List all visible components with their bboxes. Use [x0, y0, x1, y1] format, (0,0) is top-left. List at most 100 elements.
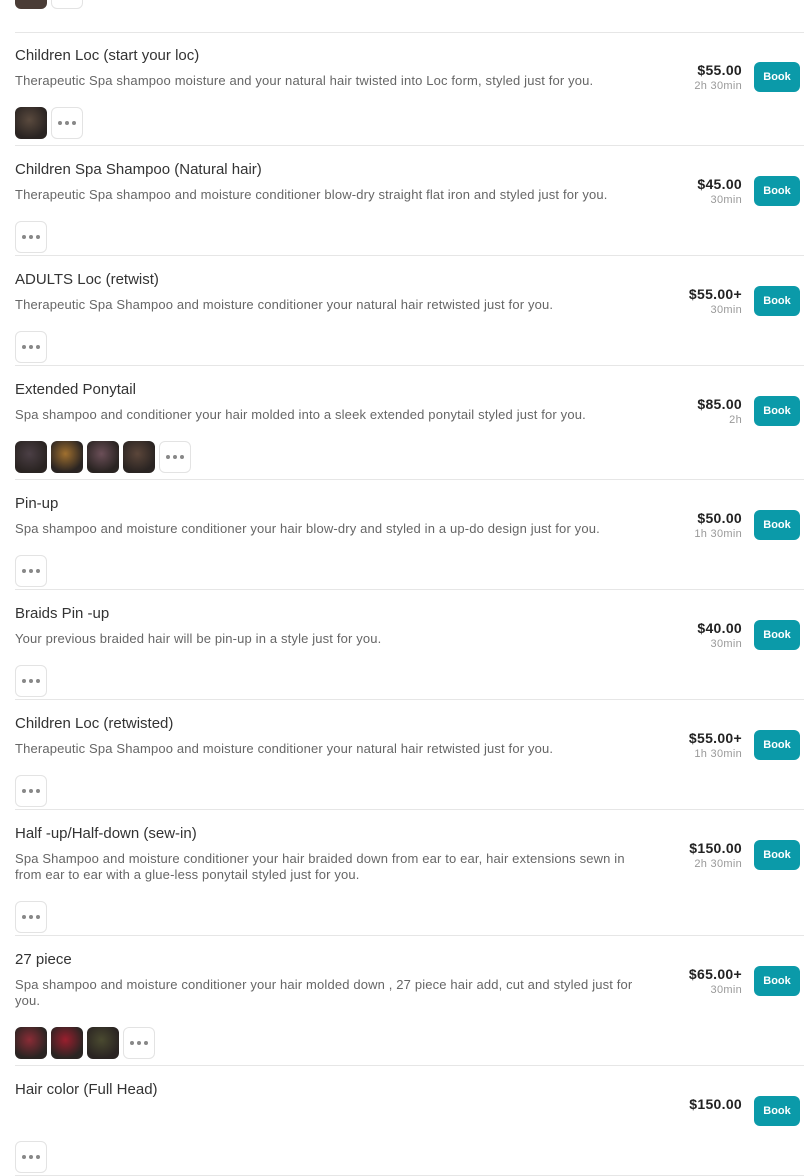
service-price-block: $55.00+ 30min — [689, 286, 742, 316]
service-name: Children Loc (retwisted) — [15, 715, 174, 732]
more-photos-button[interactable] — [51, 0, 83, 9]
service-name: Extended Ponytail — [15, 381, 136, 398]
ellipsis-icon-dot — [180, 455, 184, 459]
service-name: Pin-up — [15, 495, 59, 512]
ellipsis-icon-dot — [36, 235, 40, 239]
service-photo-thumbnail[interactable] — [15, 107, 47, 139]
book-button[interactable]: Book — [754, 966, 800, 996]
service-item: Children Loc (retwisted) Therapeutic Spa … — [15, 700, 804, 810]
ellipsis-icon-dot — [29, 1155, 33, 1159]
book-button[interactable]: Book — [754, 620, 800, 650]
service-duration: 30min — [710, 304, 742, 316]
ellipsis-icon-dot — [72, 121, 76, 125]
ellipsis-icon-dot — [36, 345, 40, 349]
service-price-block: $85.00 2h — [697, 396, 742, 426]
service-photo-thumbnail[interactable] — [51, 1027, 83, 1059]
more-options-button[interactable] — [15, 665, 47, 697]
ellipsis-icon-dot — [36, 679, 40, 683]
book-button[interactable]: Book — [754, 730, 800, 760]
service-description: Spa shampoo and moisture conditioner you… — [15, 521, 600, 536]
service-photo-thumbnail[interactable] — [123, 441, 155, 473]
book-button[interactable]: Book — [754, 396, 800, 426]
service-price: $45.00 — [697, 176, 742, 192]
service-photos — [15, 441, 191, 473]
ellipsis-icon-dot — [22, 915, 26, 919]
service-price-block: $150.00 — [689, 1096, 742, 1114]
service-price: $40.00 — [697, 620, 742, 636]
service-price-block: $40.00 30min — [697, 620, 742, 650]
service-photo-thumbnail[interactable] — [87, 1027, 119, 1059]
ellipsis-icon-dot — [65, 121, 69, 125]
service-photos — [15, 1027, 155, 1059]
service-item: ADULTS Loc (retwist) Therapeutic Spa Sham… — [15, 256, 804, 366]
service-description: Spa Shampoo and moisture conditioner you… — [15, 851, 625, 882]
ellipsis-icon-dot — [22, 235, 26, 239]
book-button[interactable]: Book — [754, 286, 800, 316]
ellipsis-icon-dot — [36, 1155, 40, 1159]
ellipsis-icon-dot — [166, 455, 170, 459]
service-duration: 2h 30min — [694, 858, 742, 870]
ellipsis-icon-dot — [137, 1041, 141, 1045]
ellipsis-icon-dot — [173, 455, 177, 459]
service-price-block: $55.00 2h 30min — [694, 62, 742, 92]
more-options-button[interactable] — [123, 1027, 155, 1059]
book-button[interactable]: Book — [754, 510, 800, 540]
ellipsis-icon-dot — [58, 121, 62, 125]
service-photo-thumbnail[interactable] — [51, 441, 83, 473]
service-photos — [15, 1141, 47, 1173]
ellipsis-icon-dot — [29, 235, 33, 239]
service-photos — [15, 555, 47, 587]
service-photo-thumbnail[interactable] — [15, 441, 47, 473]
book-button[interactable]: Book — [754, 1096, 800, 1126]
ellipsis-icon-dot — [36, 915, 40, 919]
ellipsis-icon-dot — [36, 569, 40, 573]
service-photos — [15, 221, 47, 253]
service-photos — [15, 107, 83, 139]
service-description: Therapeutic Spa Shampoo and moisture con… — [15, 297, 554, 312]
service-duration: 2h 30min — [694, 80, 742, 92]
service-photo-thumbnail[interactable] — [87, 441, 119, 473]
book-button[interactable]: Book — [754, 176, 800, 206]
service-duration: 1h 30min — [694, 528, 742, 540]
service-price-block: $50.00 1h 30min — [694, 510, 742, 540]
ellipsis-icon-dot — [144, 1041, 148, 1045]
ellipsis-icon-dot — [22, 345, 26, 349]
service-item: Children Loc (start your loc) Therapeutic… — [15, 32, 804, 146]
service-price-block: $150.00 2h 30min — [689, 840, 742, 870]
more-options-button[interactable] — [15, 775, 47, 807]
service-item: Extended Ponytail Spa shampoo and conditi… — [15, 366, 804, 480]
service-item: Half -up/Half-down (sew-in) Spa Shampoo a… — [15, 810, 804, 936]
ellipsis-icon-dot — [29, 679, 33, 683]
service-price: $50.00 — [697, 510, 742, 526]
service-description: Your previous braided hair will be pin-u… — [15, 631, 382, 646]
service-photos — [15, 331, 47, 363]
service-duration: 2h — [729, 414, 742, 426]
service-duration: 30min — [710, 194, 742, 206]
service-photo-thumbnail[interactable] — [15, 1027, 47, 1059]
more-options-button[interactable] — [159, 441, 191, 473]
service-item: Pin-up Spa shampoo and moisture condition… — [15, 480, 804, 590]
more-options-button[interactable] — [15, 331, 47, 363]
more-options-button[interactable] — [15, 1141, 47, 1173]
more-options-button[interactable] — [15, 221, 47, 253]
service-price-block: $45.00 30min — [697, 176, 742, 206]
service-photos — [15, 901, 47, 933]
more-options-button[interactable] — [15, 901, 47, 933]
ellipsis-icon-dot — [130, 1041, 134, 1045]
service-name: Children Spa Shampoo (Natural hair) — [15, 161, 262, 178]
service-price: $65.00+ — [688, 966, 742, 982]
service-photo-thumbnail[interactable] — [15, 0, 47, 9]
book-button[interactable]: Book — [754, 840, 800, 870]
service-price: $55.00+ — [688, 730, 742, 746]
ellipsis-icon-dot — [29, 345, 33, 349]
ellipsis-icon-dot — [22, 1155, 26, 1159]
book-button[interactable]: Book — [754, 62, 800, 92]
service-price: $55.00+ — [688, 286, 742, 302]
service-item: Children Spa Shampoo (Natural hair) Thera… — [15, 146, 804, 256]
service-name: Hair color (Full Head) — [15, 1081, 158, 1098]
ellipsis-icon-dot — [36, 789, 40, 793]
ellipsis-icon-dot — [29, 569, 33, 573]
service-description: Spa shampoo and moisture conditioner you… — [15, 977, 633, 1008]
more-options-button[interactable] — [15, 555, 47, 587]
more-options-button[interactable] — [51, 107, 83, 139]
